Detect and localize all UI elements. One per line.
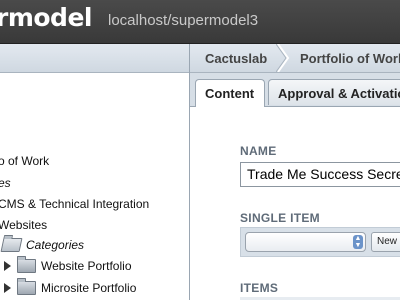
expand-arrow-icon[interactable] [4, 261, 11, 271]
tree-item-label: Microsite Portfolio [41, 281, 137, 295]
tree-item-cms-technical-integration[interactable]: CMS & Technical Integration [0, 195, 149, 213]
app-logo-text: rmodel [0, 3, 92, 32]
breadcrumb-item-cactuslab[interactable]: Cactuslab [205, 51, 267, 66]
tree-item-label: Websites [0, 218, 48, 232]
select-stepper-icon[interactable]: ▲ ▼ [353, 235, 363, 249]
tree-item-label: es [0, 176, 11, 190]
tree-item-portfolio-of-work[interactable]: o of Work [0, 152, 49, 170]
tree-item-websites[interactable]: Websites [0, 216, 47, 234]
tab-content[interactable]: Content [195, 79, 265, 107]
folder-icon [17, 256, 36, 273]
single-item-select[interactable]: ▲ ▼ [245, 232, 366, 252]
top-header-bar: rmodel localhost/supermodel3 [0, 0, 400, 44]
content-panel: NAME Trade Me Success Secrets SINGLE ITE… [190, 107, 400, 300]
single-item-panel: ▲ ▼ New [240, 227, 400, 257]
tree-item-microsite-portfolio[interactable]: Microsite Portfolio [4, 278, 137, 297]
tree-item-label: o of Work [0, 154, 50, 168]
breadcrumb-separator-icon [276, 44, 290, 72]
name-input[interactable]: Trade Me Success Secrets [240, 162, 400, 187]
site-host-link[interactable]: localhost/supermodel3 [108, 12, 258, 29]
folder-open-icon [0, 238, 23, 252]
items-label: ITEMS [240, 281, 279, 295]
tree-item-website-portfolio[interactable]: Website Portfolio [4, 256, 132, 275]
tree-item-categories[interactable]: Categories [0, 236, 85, 254]
tree-item-label: CMS & Technical Integration [0, 197, 150, 211]
tab-approval-activation[interactable]: Approval & Activation [268, 79, 400, 105]
tree-item-pages[interactable]: es [0, 174, 11, 192]
single-item-label: SINGLE ITEM [240, 211, 320, 225]
new-item-button[interactable]: New [371, 232, 400, 252]
folder-icon [17, 278, 36, 295]
breadcrumb-item-portfolio[interactable]: Portfolio of Work [300, 51, 400, 66]
tab-bar: Content Approval & Activation [190, 73, 400, 107]
tree-item-label: Categories [26, 238, 85, 252]
expand-arrow-icon[interactable] [4, 283, 11, 293]
site-tree-pane: o of Work es CMS & Technical Integration… [0, 44, 190, 300]
name-field-label: NAME [240, 144, 277, 158]
tree-pane-header [0, 44, 189, 73]
breadcrumb: Cactuslab Portfolio of Work [190, 44, 400, 73]
tree-item-label: Website Portfolio [41, 259, 132, 273]
